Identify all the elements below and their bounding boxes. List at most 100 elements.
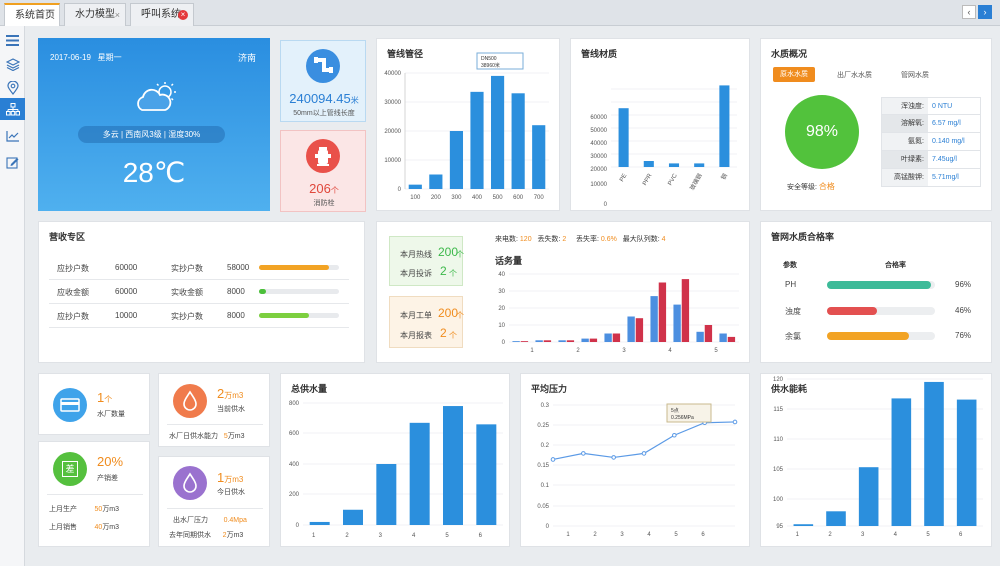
bar[interactable]: [589, 338, 598, 342]
bar[interactable]: [532, 125, 546, 189]
org-chart-icon[interactable]: [0, 98, 25, 120]
bar[interactable]: [449, 131, 464, 189]
bar[interactable]: [924, 381, 944, 526]
y-tick: 20: [498, 306, 505, 312]
bar[interactable]: [429, 174, 443, 190]
y-tick: 0.1: [541, 483, 550, 489]
bar[interactable]: [520, 341, 529, 342]
y-ticks: 0 10000 20000 30000 40000 50000 60000: [590, 115, 607, 208]
tab-call-system[interactable]: 呼叫系统 ×: [130, 3, 194, 26]
close-icon[interactable]: ×: [115, 4, 120, 26]
x-tick: 1: [566, 532, 570, 538]
list-item: 应抄户数 60000 实抄户数 58000: [49, 256, 349, 280]
bar[interactable]: [470, 91, 484, 189]
data-point[interactable]: [672, 432, 677, 438]
list-item: PH 96%: [785, 279, 985, 291]
data-point[interactable]: [581, 451, 586, 456]
bar[interactable]: [956, 399, 977, 526]
tab-scroll-right-button[interactable]: ›: [978, 5, 992, 19]
avg-pressure-panel: 平均压力 0 0.05 0.1 0.15 0.2 0.25 0.3 123456…: [520, 373, 750, 547]
menu-icon[interactable]: [0, 28, 25, 52]
bar[interactable]: [727, 336, 736, 342]
x-tick: 3: [622, 348, 626, 354]
y-tick: 10: [498, 323, 505, 329]
complaint-label: 本月投诉: [400, 269, 432, 278]
bar[interactable]: [535, 340, 543, 342]
tab-outflow-water[interactable]: 出厂水水质: [837, 70, 872, 80]
bar[interactable]: [858, 467, 879, 526]
progress-fill: [259, 265, 329, 270]
bar[interactable]: [891, 398, 912, 526]
bar[interactable]: [719, 333, 727, 343]
tab-hydraulic-model[interactable]: 水力模型 ×: [64, 3, 126, 26]
hydrant-label: 消防栓: [313, 200, 335, 207]
bar[interactable]: [376, 464, 397, 525]
bar[interactable]: [643, 161, 654, 167]
call-volume-chart: 0 10 20 30 40 1 2 3 4 5: [498, 272, 739, 354]
bar[interactable]: [443, 406, 463, 525]
tab-scroll-left-button[interactable]: ‹: [962, 5, 976, 19]
work-order-box: 本月工单 200 个 本月报表 2 个: [389, 296, 464, 348]
hydrant-unit: 个: [330, 186, 339, 195]
bar[interactable]: [627, 316, 635, 343]
y-tick: 120: [773, 377, 784, 383]
x-tick: 1: [530, 348, 534, 354]
chart-icon[interactable]: [0, 124, 25, 148]
bar[interactable]: [635, 318, 644, 342]
bar[interactable]: [490, 75, 505, 189]
bar[interactable]: [826, 511, 846, 526]
bar[interactable]: [793, 524, 814, 526]
bar[interactable]: [719, 85, 730, 167]
pipe-material-panel: 管线材质 0 10000 20000 30000 40000 50000 600…: [570, 38, 750, 211]
weather-description: 多云 | 西南风3级 | 湿度30%: [78, 126, 225, 143]
table-row: 叶绿素: 7.45ug/l: [881, 151, 981, 169]
bar[interactable]: [566, 340, 575, 342]
bar[interactable]: [696, 331, 704, 342]
bar[interactable]: [408, 184, 422, 189]
progress-bar: [259, 313, 339, 318]
x-tick: 400: [472, 195, 483, 201]
cloudy-sun-icon: [137, 82, 176, 111]
bar[interactable]: [704, 325, 713, 342]
bar[interactable]: [309, 521, 330, 525]
y-tick: 30000: [384, 100, 401, 106]
bar[interactable]: [658, 282, 667, 343]
data-point[interactable]: [611, 455, 616, 460]
data-point[interactable]: [550, 457, 556, 462]
tooltip-text: 0.256MPa: [671, 415, 694, 421]
bar[interactable]: [511, 93, 525, 189]
tab-home[interactable]: 系统首页: [4, 3, 60, 26]
location-icon[interactable]: [0, 76, 25, 100]
hydrant-card: 206个 消防栓: [280, 130, 366, 212]
bar[interactable]: [694, 163, 705, 167]
bar[interactable]: [409, 422, 430, 525]
tab-raw-water[interactable]: 原水水质: [773, 67, 815, 82]
bar[interactable]: [476, 424, 497, 525]
close-icon[interactable]: ×: [178, 10, 188, 20]
bar[interactable]: [681, 279, 690, 342]
bar[interactable]: [343, 509, 363, 525]
bar[interactable]: [604, 333, 612, 343]
plant-count-card: 1个 水厂数量: [38, 373, 150, 435]
bar[interactable]: [543, 340, 552, 342]
bar[interactable]: [581, 338, 589, 342]
bar[interactable]: [618, 108, 629, 167]
bar[interactable]: [673, 304, 681, 342]
bar[interactable]: [650, 296, 658, 342]
diff-label: 产销差: [97, 475, 118, 482]
stat-value: 120: [519, 236, 532, 243]
bar[interactable]: [512, 341, 520, 342]
data-point[interactable]: [641, 451, 647, 456]
bar[interactable]: [558, 340, 566, 342]
weather-temperature: 28℃: [122, 157, 186, 188]
progress-bar: [259, 265, 339, 270]
bar[interactable]: [668, 163, 680, 167]
layers-icon[interactable]: [0, 52, 25, 76]
x-tick: 100: [410, 195, 421, 201]
param-name: PH: [785, 280, 797, 289]
y-tick: 0.3: [541, 403, 550, 409]
tab-network-water[interactable]: 管网水质: [901, 70, 929, 80]
edit-icon[interactable]: [0, 150, 25, 174]
data-point[interactable]: [732, 419, 738, 425]
bar[interactable]: [612, 333, 621, 343]
